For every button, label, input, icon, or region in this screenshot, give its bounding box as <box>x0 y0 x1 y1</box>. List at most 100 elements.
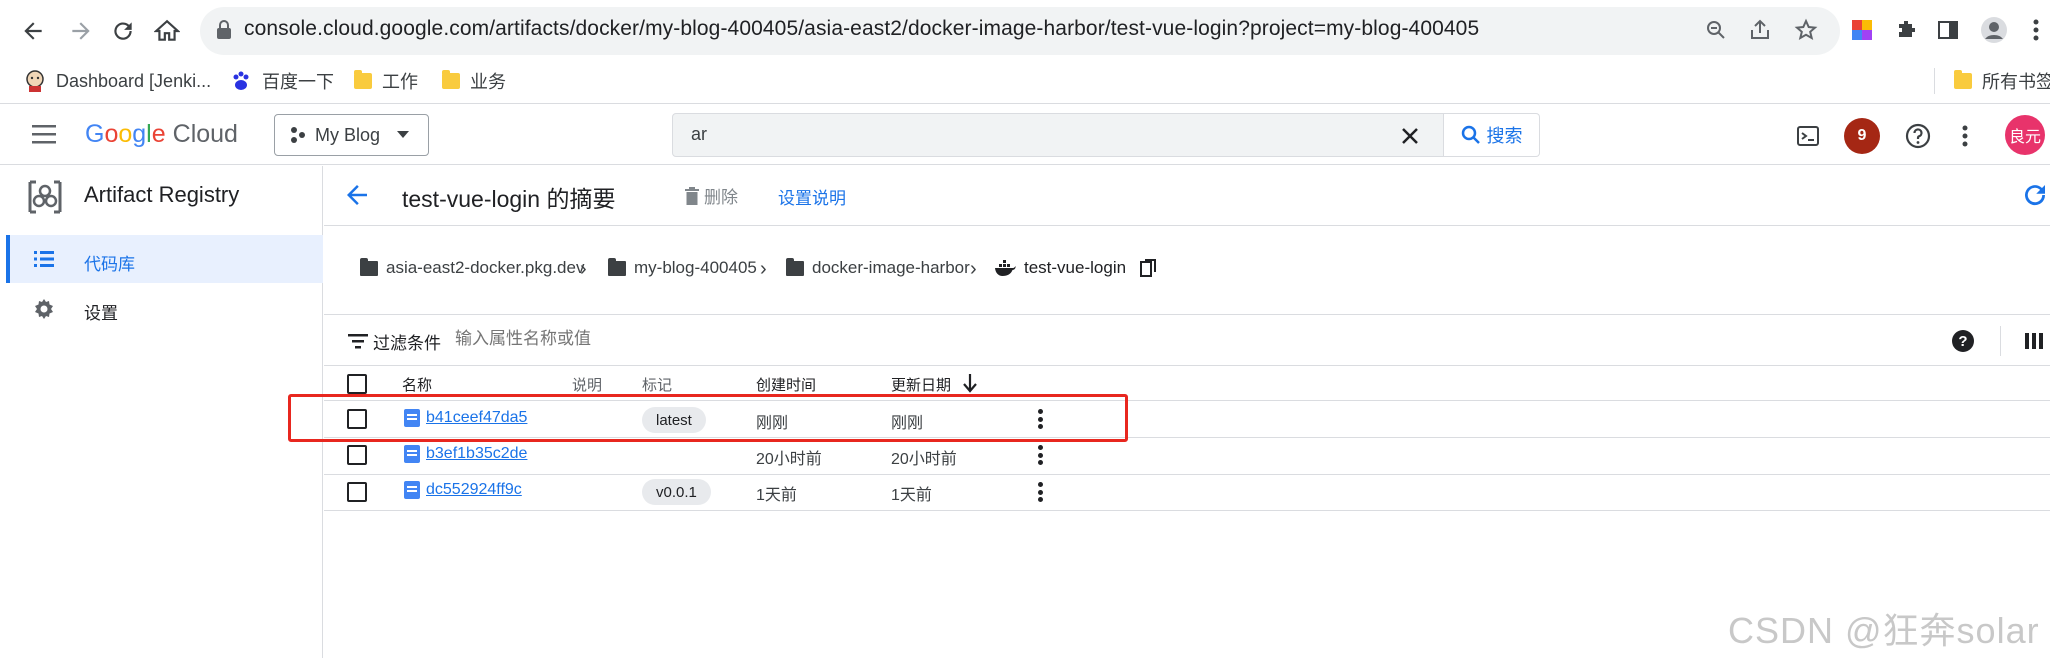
created-cell: 刚刚 <box>756 415 789 432</box>
logo-letter: e <box>151 120 166 148</box>
list-icon <box>34 251 54 267</box>
bookmark-folder-business[interactable]: 业务 <box>442 66 506 96</box>
folder-icon <box>354 70 372 89</box>
profile-icon[interactable] <box>1980 16 2008 44</box>
sort-descending-arrow-icon[interactable] <box>962 373 978 393</box>
forward-arrow-icon <box>72 22 90 40</box>
digest-link[interactable]: b41ceef47da5 <box>404 409 527 427</box>
bookmark-label: 业务 <box>470 72 506 92</box>
side-panel-icon[interactable] <box>1934 16 1962 44</box>
setup-instructions-button[interactable]: 设置说明 <box>778 184 846 209</box>
breadcrumb-label: docker-image-harbor <box>812 258 970 277</box>
row-checkbox[interactable] <box>347 482 367 502</box>
row-actions-icon[interactable] <box>1035 443 1045 467</box>
search-icon <box>1461 125 1480 144</box>
table-row[interactable] <box>324 475 2050 511</box>
table-row[interactable] <box>324 439 2050 475</box>
bookmark-jenkins[interactable]: Dashboard [Jenki... <box>24 66 211 96</box>
digest-link[interactable]: b3ef1b35c2de <box>404 445 527 463</box>
folder-icon <box>442 70 460 89</box>
search-button-label: 搜索 <box>1486 126 1523 146</box>
project-name: My Blog <box>315 124 381 145</box>
delete-label: 删除 <box>704 188 738 207</box>
bookmark-label: 百度一下 <box>262 72 334 92</box>
bookmark-baidu[interactable]: 百度一下 <box>230 66 334 96</box>
chevron-right-icon: › <box>970 258 977 280</box>
url-text[interactable]: console.cloud.google.com/artifacts/docke… <box>244 17 1479 41</box>
row-checkbox[interactable] <box>347 409 367 429</box>
bookmark-all-bookmarks[interactable]: 所有书签 <box>1954 66 2050 96</box>
filter-input[interactable] <box>455 329 1055 349</box>
column-header-tags[interactable]: 标记 <box>642 374 672 395</box>
bookmark-folder-work[interactable]: 工作 <box>354 66 418 96</box>
back-arrow-icon[interactable] <box>342 180 372 210</box>
column-header-description[interactable]: 说明 <box>572 374 602 395</box>
watermark: CSDN @狂奔solar <box>1728 610 2040 651</box>
color-extension-icon[interactable] <box>1848 16 1876 44</box>
filter-icon <box>348 334 368 349</box>
search-button[interactable]: 搜索 <box>1444 113 1540 157</box>
browser-window: console.cloud.google.com/artifacts/docke… <box>0 0 2050 658</box>
console-search-box[interactable] <box>672 113 1444 157</box>
zoom-icon[interactable] <box>1702 16 1730 44</box>
copy-icon[interactable] <box>1140 259 1157 277</box>
updated-cell: 20小时前 <box>891 451 957 468</box>
logo-letter: g <box>132 120 147 148</box>
clear-search-icon[interactable] <box>1396 122 1424 150</box>
puzzle-extensions-icon[interactable] <box>1892 16 1920 44</box>
row-checkbox[interactable] <box>347 445 367 465</box>
jenkins-icon <box>26 70 44 92</box>
share-icon[interactable] <box>1746 16 1774 44</box>
digest-text: dc552924ff9c <box>426 481 522 498</box>
bookmark-label: Dashboard [Jenki... <box>56 70 212 91</box>
column-header-name[interactable]: 名称 <box>402 374 432 395</box>
trash-icon <box>685 186 699 205</box>
refresh-icon[interactable] <box>2020 180 2050 210</box>
column-header-created[interactable]: 创建时间 <box>756 374 816 395</box>
logo-letter: o <box>118 120 133 148</box>
nav-item-label: 代码库 <box>84 255 135 274</box>
breadcrumb-item-project[interactable]: my-blog-400405 <box>608 257 757 278</box>
help-circle-icon[interactable] <box>1900 118 1936 154</box>
created-cell: 1天前 <box>756 487 797 504</box>
back-button[interactable] <box>14 12 52 50</box>
page-title: test-vue-login 的摘要 <box>402 186 616 212</box>
search-input[interactable] <box>691 124 1331 145</box>
row-actions-icon[interactable] <box>1035 407 1045 431</box>
select-all-checkbox[interactable] <box>347 374 367 394</box>
folder-icon <box>360 257 378 276</box>
product-title: Artifact Registry <box>84 182 240 207</box>
forward-button[interactable] <box>62 12 100 50</box>
star-bookmark-icon[interactable] <box>1792 16 1820 44</box>
chevron-right-icon: › <box>580 258 587 280</box>
table-row[interactable] <box>324 402 2050 438</box>
breadcrumb-item-repository[interactable]: docker-image-harbor <box>786 257 970 278</box>
home-button[interactable] <box>148 12 186 50</box>
column-header-updated[interactable]: 更新日期 <box>891 374 951 395</box>
chrome-menu-icon[interactable] <box>2026 16 2046 44</box>
digest-text: b41ceef47da5 <box>426 409 528 426</box>
notifications-badge[interactable]: 9 <box>1844 118 1880 154</box>
artifact-registry-icon <box>28 180 62 214</box>
google-cloud-logo[interactable]: Google Cloud <box>85 120 238 149</box>
more-options-icon[interactable] <box>1955 118 1975 154</box>
user-avatar[interactable]: 良元 <box>2005 115 2045 155</box>
document-icon <box>404 445 420 463</box>
breadcrumb-item-registry-host[interactable]: asia-east2-docker.pkg.dev <box>360 257 585 278</box>
hamburger-menu-icon[interactable] <box>30 122 60 146</box>
folder-icon <box>1954 70 1972 89</box>
digest-link[interactable]: dc552924ff9c <box>404 481 522 499</box>
column-display-icon[interactable] <box>2024 332 2044 350</box>
folder-icon <box>786 257 804 276</box>
logo-suffix: Cloud <box>172 120 238 148</box>
nav-item-label: 设置 <box>84 304 118 323</box>
reload-button[interactable] <box>104 12 142 50</box>
delete-button[interactable]: 删除 <box>684 183 738 208</box>
row-actions-icon[interactable] <box>1035 480 1045 504</box>
baidu-paw-icon <box>233 71 249 90</box>
breadcrumb-item-image: test-vue-login <box>994 258 1157 278</box>
help-icon[interactable]: ? <box>1952 330 1974 352</box>
cloud-shell-icon[interactable] <box>1790 118 1826 154</box>
breadcrumb-label: asia-east2-docker.pkg.dev <box>386 258 585 277</box>
project-picker[interactable]: My Blog <box>274 114 429 156</box>
